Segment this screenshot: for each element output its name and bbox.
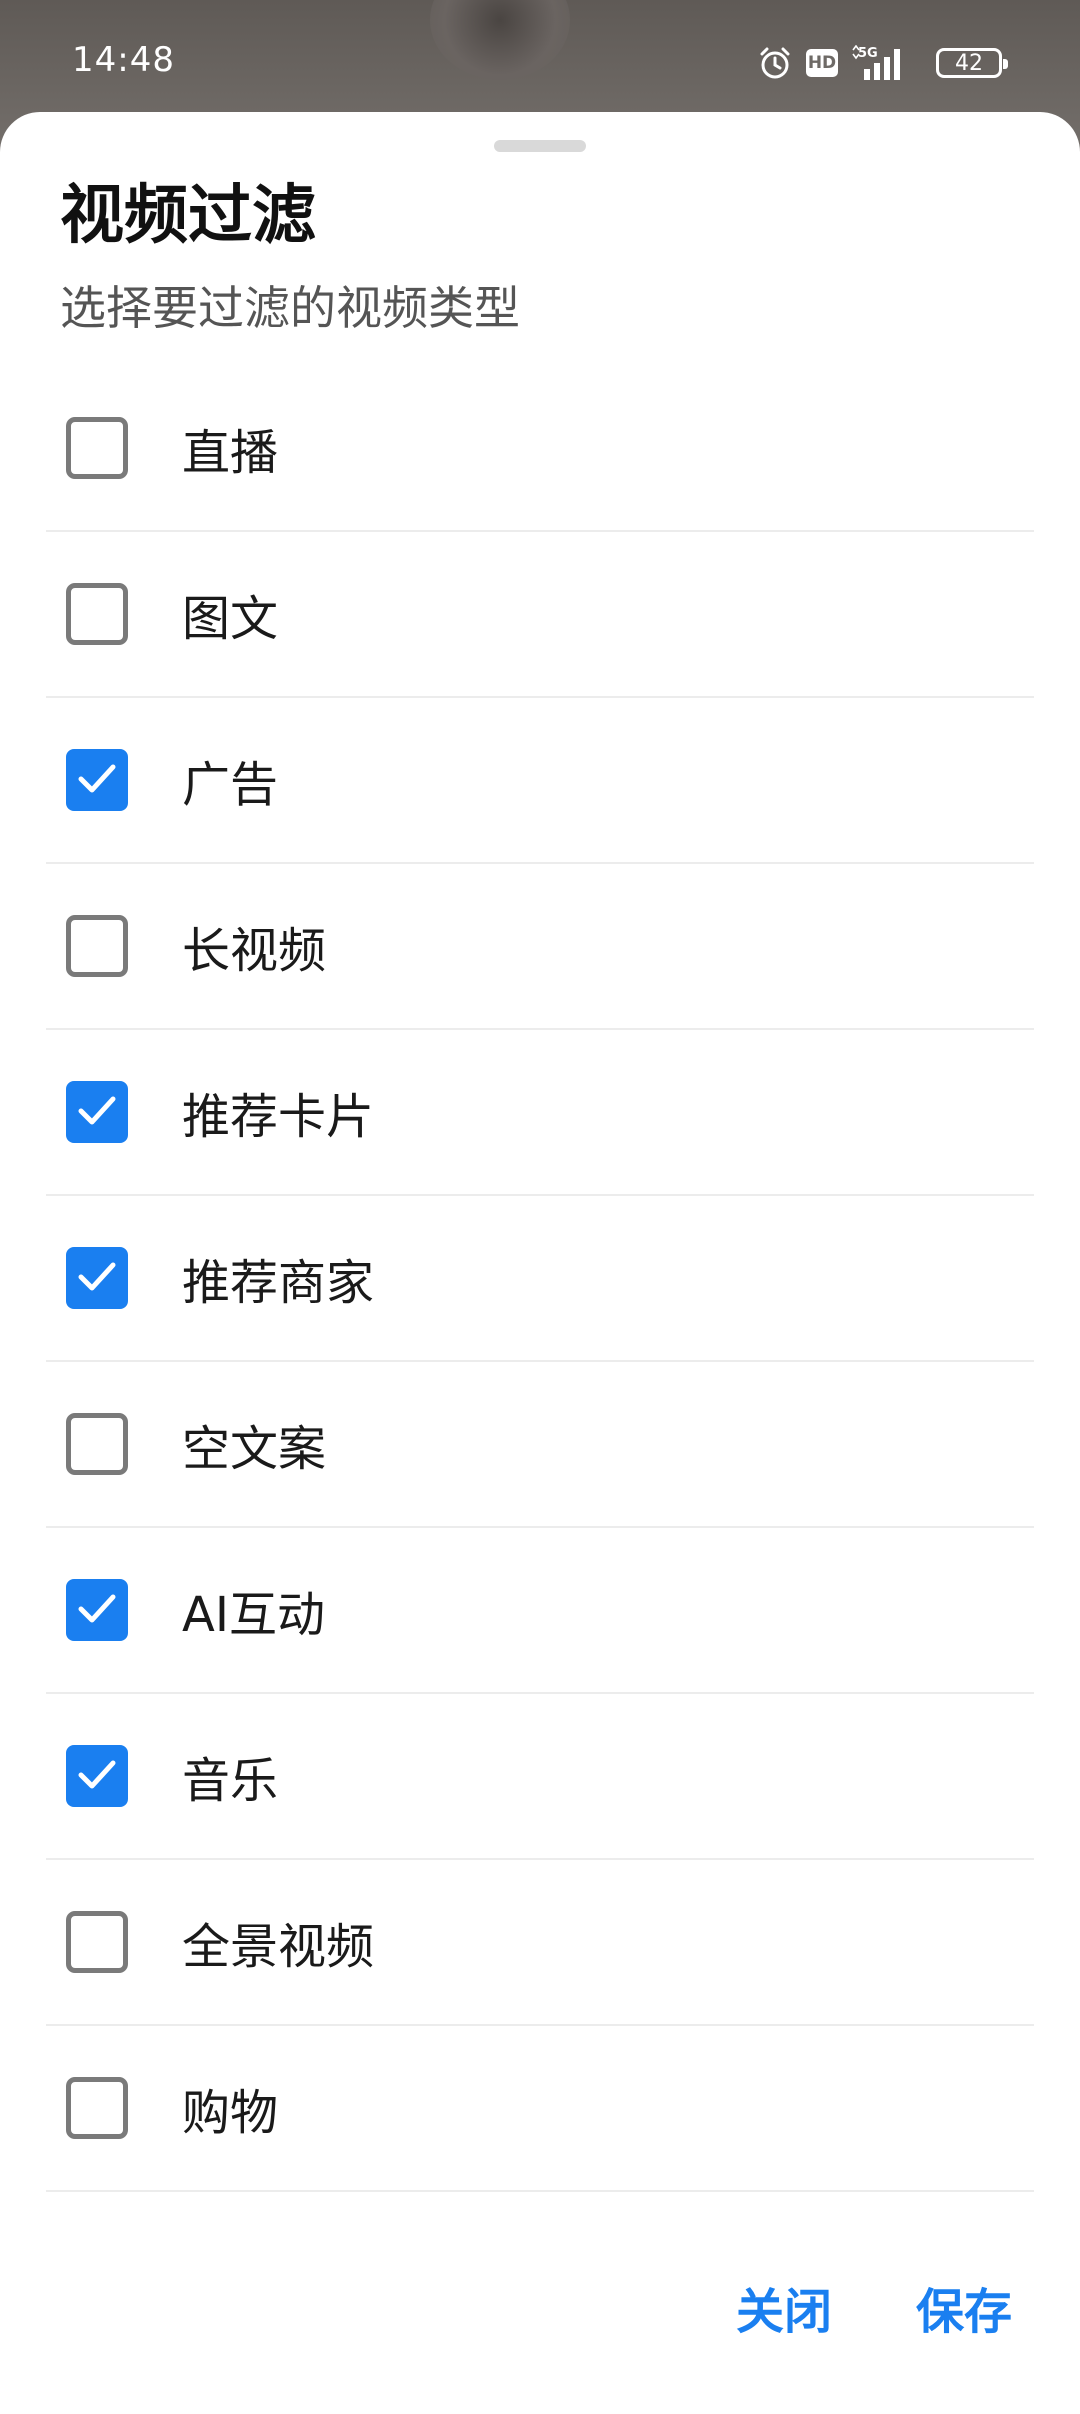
checkmark-icon [78, 764, 116, 793]
sheet-title: 视频过滤 [60, 179, 316, 253]
sheet-subtitle: 选择要过滤的视频类型 [60, 281, 520, 335]
checkbox[interactable] [66, 1745, 128, 1807]
checkmark-icon [78, 1594, 116, 1623]
checkbox[interactable] [66, 1579, 128, 1641]
filter-item-image-text[interactable]: 图文 [46, 532, 1034, 698]
filter-label: 购物 [182, 2085, 279, 2141]
filter-label: 全景视频 [182, 1919, 375, 1975]
checkbox[interactable] [66, 1081, 128, 1143]
checkbox[interactable] [66, 417, 128, 479]
filter-label: 音乐 [182, 1753, 279, 1809]
checkbox[interactable] [66, 1413, 128, 1475]
filter-label: 推荐卡片 [182, 1089, 375, 1145]
checkbox[interactable] [66, 1911, 128, 1973]
checkbox[interactable] [66, 2077, 128, 2139]
status-bar: 14:48 HD 5G 42 [0, 0, 1080, 112]
filter-item-recommend-card[interactable]: 推荐卡片 [46, 1030, 1034, 1196]
checkmark-icon [78, 1760, 116, 1789]
filter-label: 广告 [182, 757, 279, 813]
filter-item-long-video[interactable]: 长视频 [46, 864, 1034, 1030]
filter-label: 长视频 [182, 923, 327, 979]
checkbox[interactable] [66, 583, 128, 645]
checkbox[interactable] [66, 749, 128, 811]
signal-5g-icon: 5G [852, 45, 914, 81]
status-icons: HD 5G 42 [758, 42, 1008, 84]
checkmark-icon [78, 1096, 116, 1125]
close-button[interactable]: 关闭 [736, 2272, 832, 2342]
status-time: 14:48 [72, 40, 175, 80]
filter-item-panorama[interactable]: 全景视频 [46, 1860, 1034, 2026]
filter-label: 空文案 [182, 1421, 327, 1477]
hd-icon: HD [806, 49, 838, 77]
filter-item-ads[interactable]: 广告 [46, 698, 1034, 864]
filter-list[interactable]: 直播 图文 广告 长视频 推荐卡片 推荐商家 空文案 AI互动 音乐 全景视频 … [46, 366, 1034, 2222]
filter-item-live[interactable]: 直播 [46, 366, 1034, 532]
filter-bottom-sheet: 视频过滤 选择要过滤的视频类型 直播 图文 广告 长视频 推荐卡片 推荐商家 空… [0, 112, 1080, 2414]
alarm-icon [758, 46, 792, 80]
save-button[interactable]: 保存 [916, 2272, 1012, 2342]
battery-level: 42 [955, 50, 983, 76]
network-label: 5G [858, 46, 878, 61]
filter-item-music[interactable]: 音乐 [46, 1694, 1034, 1860]
filter-label: 推荐商家 [182, 1255, 375, 1311]
filter-item-shopping[interactable]: 购物 [46, 2026, 1034, 2192]
filter-item-ai-interaction[interactable]: AI互动 [46, 1528, 1034, 1694]
filter-item-empty-caption[interactable]: 空文案 [46, 1362, 1034, 1528]
checkmark-icon [78, 1262, 116, 1291]
filter-label: 图文 [182, 591, 279, 647]
filter-label: 直播 [182, 425, 279, 481]
filter-label: AI互动 [182, 1587, 325, 1643]
checkbox[interactable] [66, 915, 128, 977]
filter-item-recommend-merchant[interactable]: 推荐商家 [46, 1196, 1034, 1362]
battery-icon: 42 [936, 48, 1008, 78]
drag-handle[interactable] [494, 140, 586, 152]
checkbox[interactable] [66, 1247, 128, 1309]
